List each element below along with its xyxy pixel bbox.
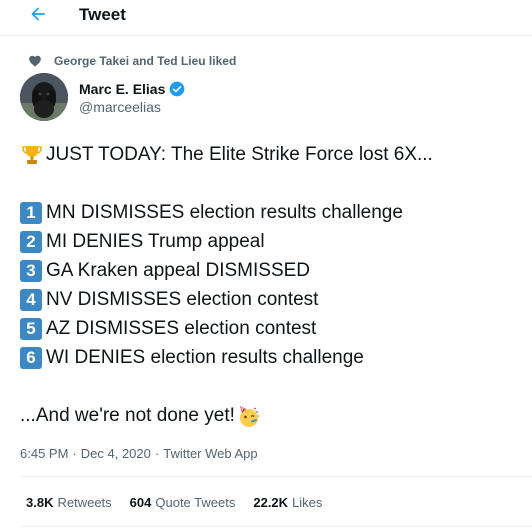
tweet-time[interactable]: 6:45 PM [20,446,68,461]
keycap-4-icon: 4 [20,288,42,311]
list-item-text: AZ DISMISSES election contest [46,318,317,339]
separator-dot: · [72,445,77,461]
quote-tweets-stat[interactable]: 604 Quote Tweets [130,495,236,510]
list-item-text: WI DENIES election results challenge [46,347,364,368]
keycap-6-icon: 6 [20,346,42,369]
tweet-text: JUST TODAY: The Elite Strike Force lost … [20,140,520,430]
separator-dot: · [154,445,160,461]
retweets-count: 3.8K [26,494,54,510]
list-item-text: MI DENIES Trump appeal [46,231,265,252]
tweet-timestamp: 6:45 PM · Dec 4, 2020 · Twitter Web App [20,444,258,462]
social-context-text: George Takei and Ted Lieu liked [54,54,237,68]
page-title: Tweet [79,5,126,24]
header-bar: Tweet [0,0,532,36]
divider [20,476,532,477]
list-item: 6 WI DENIES election results challenge [20,343,520,372]
author-name[interactable]: Marc E. Elias [79,81,165,97]
tweet-intro: JUST TODAY: The Elite Strike Force lost … [46,144,433,165]
tweet-stats: 3.8K Retweets 604 Quote Tweets 22.2K Lik… [26,492,340,512]
quote-tweets-count: 604 [129,494,152,510]
tweet-intro-line: JUST TODAY: The Elite Strike Force lost … [20,140,520,169]
keycap-1-icon: 1 [20,201,42,224]
tweet-page: Tweet George Takei and Ted Lieu liked Ma… [0,0,532,532]
author-name-row[interactable]: Marc E. Elias [79,80,185,98]
likes-stat[interactable]: 22.2K Likes [253,495,322,510]
divider [20,526,532,527]
list-item: 5 AZ DISMISSES election contest [20,314,520,343]
quote-tweets-label: Quote Tweets [155,494,236,510]
keycap-2-icon: 2 [20,230,42,253]
list-item: 1 MN DISMISSES election results challeng… [20,198,520,227]
list-item-text: NV DISMISSES election contest [46,289,319,310]
retweets-label: Retweets [57,494,112,510]
likes-label: Likes [292,494,323,510]
likes-count: 22.2K [253,494,289,510]
back-button[interactable] [22,2,54,30]
list-item: 3 GA Kraken appeal DISMISSED [20,256,520,285]
tweet-outro: ...And we're not done yet! [20,405,235,426]
trophy-icon [20,143,44,167]
arrow-left-icon [28,4,48,29]
list-item-text: GA Kraken appeal DISMISSED [46,260,311,281]
author-handle[interactable]: @marceelias [79,99,161,115]
party-face-icon [237,404,261,428]
keycap-3-icon: 3 [20,259,42,282]
tweet-source[interactable]: Twitter Web App [163,446,257,461]
list-item-text: MN DISMISSES election results challenge [46,202,403,223]
verified-badge-icon [169,81,185,97]
tweet-outro-line: ...And we're not done yet! [20,401,520,430]
avatar[interactable] [20,73,68,121]
list-item: 4 NV DISMISSES election contest [20,285,520,314]
heart-icon [28,54,42,68]
keycap-5-icon: 5 [20,317,42,340]
retweets-stat[interactable]: 3.8K Retweets [26,495,112,510]
social-context[interactable]: George Takei and Ted Lieu liked [28,52,236,70]
tweet-date[interactable]: Dec 4, 2020 [81,446,151,461]
list-item: 2 MI DENIES Trump appeal [20,227,520,256]
